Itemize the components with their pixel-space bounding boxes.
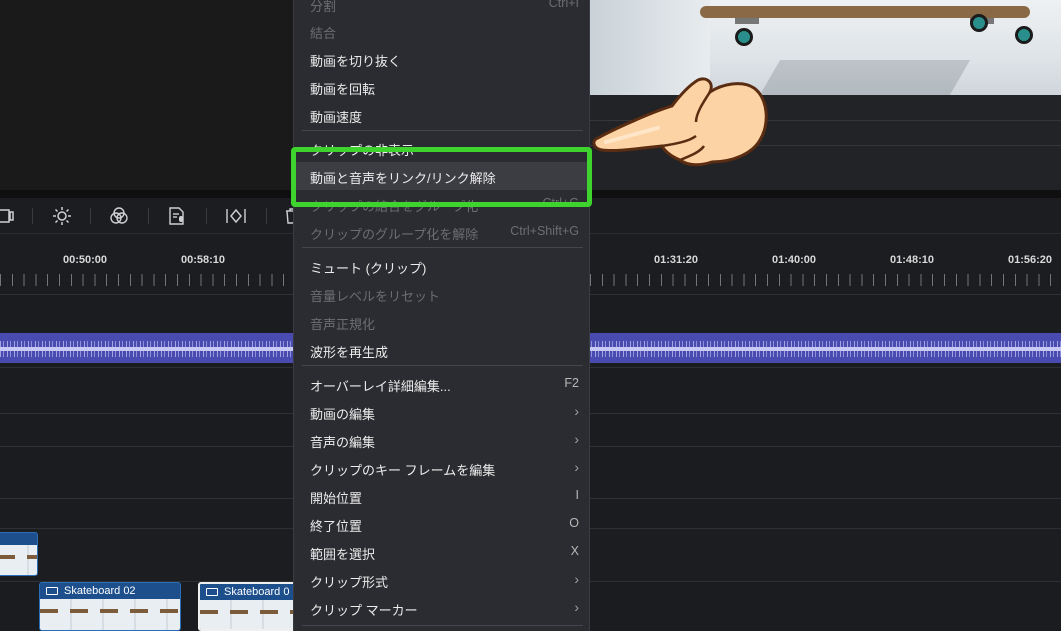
menu-item-label: 音声正規化 — [310, 317, 376, 332]
menu-item-label: 動画の編集 — [310, 407, 376, 422]
clip-title: Skateboard 02 — [64, 585, 136, 597]
chevron-right-icon: › — [574, 403, 579, 419]
context-menu: 分割 Ctrl+I 結合 動画を切り抜く 動画を回転 動画速度 クリップの非表示 動画と音声を… — [293, 0, 591, 631]
menu-item[interactable]: 開始位置 I — [294, 482, 591, 510]
menu-item[interactable]: 動画を切り抜く — [294, 45, 591, 73]
video-clip-selected[interactable]: Skateboard 0 — [198, 582, 298, 631]
menu-item[interactable]: オーバーレイ詳細編集... F2 — [294, 370, 591, 398]
color-icon[interactable] — [109, 206, 129, 226]
chevron-right-icon: › — [574, 571, 579, 587]
chevron-right-icon: › — [574, 459, 579, 475]
menu-separator — [302, 130, 583, 131]
menu-item: 分割 Ctrl+I — [294, 0, 591, 18]
crop-icon[interactable] — [0, 206, 16, 226]
chevron-right-icon: › — [574, 431, 579, 447]
ruler-time-label: 00:50:00 — [62, 254, 108, 266]
menu-item[interactable]: 動画速度 — [294, 101, 591, 129]
menu-item[interactable]: クリップ マーカー › — [294, 594, 591, 622]
menu-item-shortcut: Ctrl+Shift+G — [510, 224, 579, 238]
menu-item-label: クリップのグループ化を解除 — [310, 227, 479, 242]
menu-item: 音量レベルをリセット — [294, 280, 591, 308]
brightness-icon[interactable] — [52, 206, 72, 226]
ruler-time-label: 01:31:20 — [653, 254, 699, 266]
menu-item[interactable]: 範囲を選択 X — [294, 538, 591, 566]
menu-item[interactable]: 動画の編集 › — [294, 398, 591, 426]
menu-item[interactable]: 終了位置 O — [294, 510, 591, 538]
menu-item-label: クリップのキー フレームを編集 — [310, 463, 496, 478]
menu-item-shortcut: F2 — [564, 376, 579, 390]
menu-item: 結合 — [294, 17, 591, 45]
menu-item-label: 動画を回転 — [310, 82, 376, 97]
clip-title: Skateboard 0 — [224, 586, 290, 598]
menu-separator — [302, 625, 583, 626]
menu-item-label: 範囲を選択 — [310, 547, 376, 562]
menu-separator — [302, 247, 583, 248]
menu-item-shortcut: Ctrl+I — [548, 0, 579, 10]
pointing-hand-icon — [592, 77, 768, 167]
ruler-time-label: 01:56:20 — [1007, 254, 1053, 266]
menu-item[interactable]: ミュート (クリップ) — [294, 252, 591, 280]
highlight-annotation — [291, 147, 592, 207]
menu-item-label: オーバーレイ詳細編集... — [310, 379, 451, 394]
menu-item: 音声正規化 — [294, 308, 591, 336]
video-clip[interactable]: Skateboard 02 — [39, 582, 181, 631]
menu-item-label: 動画速度 — [310, 110, 363, 125]
ruler-time-label: 01:40:00 — [771, 254, 817, 266]
menu-item-label: 分割 — [310, 0, 337, 14]
menu-item[interactable]: 波形を再生成 — [294, 336, 591, 364]
chevron-right-icon: › — [574, 599, 579, 615]
menu-item-label: 波形を再生成 — [310, 345, 389, 360]
menu-item-label: 開始位置 — [310, 491, 363, 506]
ruler-time-label: 01:48:10 — [889, 254, 935, 266]
voiceover-icon[interactable] — [167, 206, 187, 226]
menu-item-shortcut: X — [570, 544, 579, 558]
menu-item-label: 音量レベルをリセット — [310, 289, 441, 304]
menu-item-label: クリップ マーカー — [310, 603, 418, 618]
menu-separator — [302, 365, 583, 366]
menu-item[interactable]: クリップのキー フレームを編集 › — [294, 454, 591, 482]
menu-item[interactable]: クリップ形式 › — [294, 566, 591, 594]
menu-item[interactable]: 音声の編集 › — [294, 426, 591, 454]
split-view-icon[interactable] — [225, 206, 246, 226]
menu-item-label: クリップ形式 — [310, 575, 389, 590]
menu-item-label: 動画を切り抜く — [310, 54, 402, 69]
menu-item: クリップのグループ化を解除 Ctrl+Shift+G — [294, 218, 591, 246]
menu-item-label: ミュート (クリップ) — [310, 261, 427, 276]
ruler-time-label: 00:58:10 — [180, 254, 226, 266]
video-icon — [46, 587, 58, 596]
menu-item-label: 結合 — [310, 26, 337, 41]
menu-item-label: 音声の編集 — [310, 435, 376, 450]
menu-item-shortcut: O — [569, 516, 579, 530]
menu-item[interactable]: 動画を回転 — [294, 73, 591, 101]
menu-item-label: 終了位置 — [310, 519, 363, 534]
menu-item-shortcut: I — [575, 488, 579, 502]
video-clip[interactable] — [0, 532, 38, 576]
video-icon — [206, 588, 218, 597]
preview-left-panel — [0, 0, 300, 190]
